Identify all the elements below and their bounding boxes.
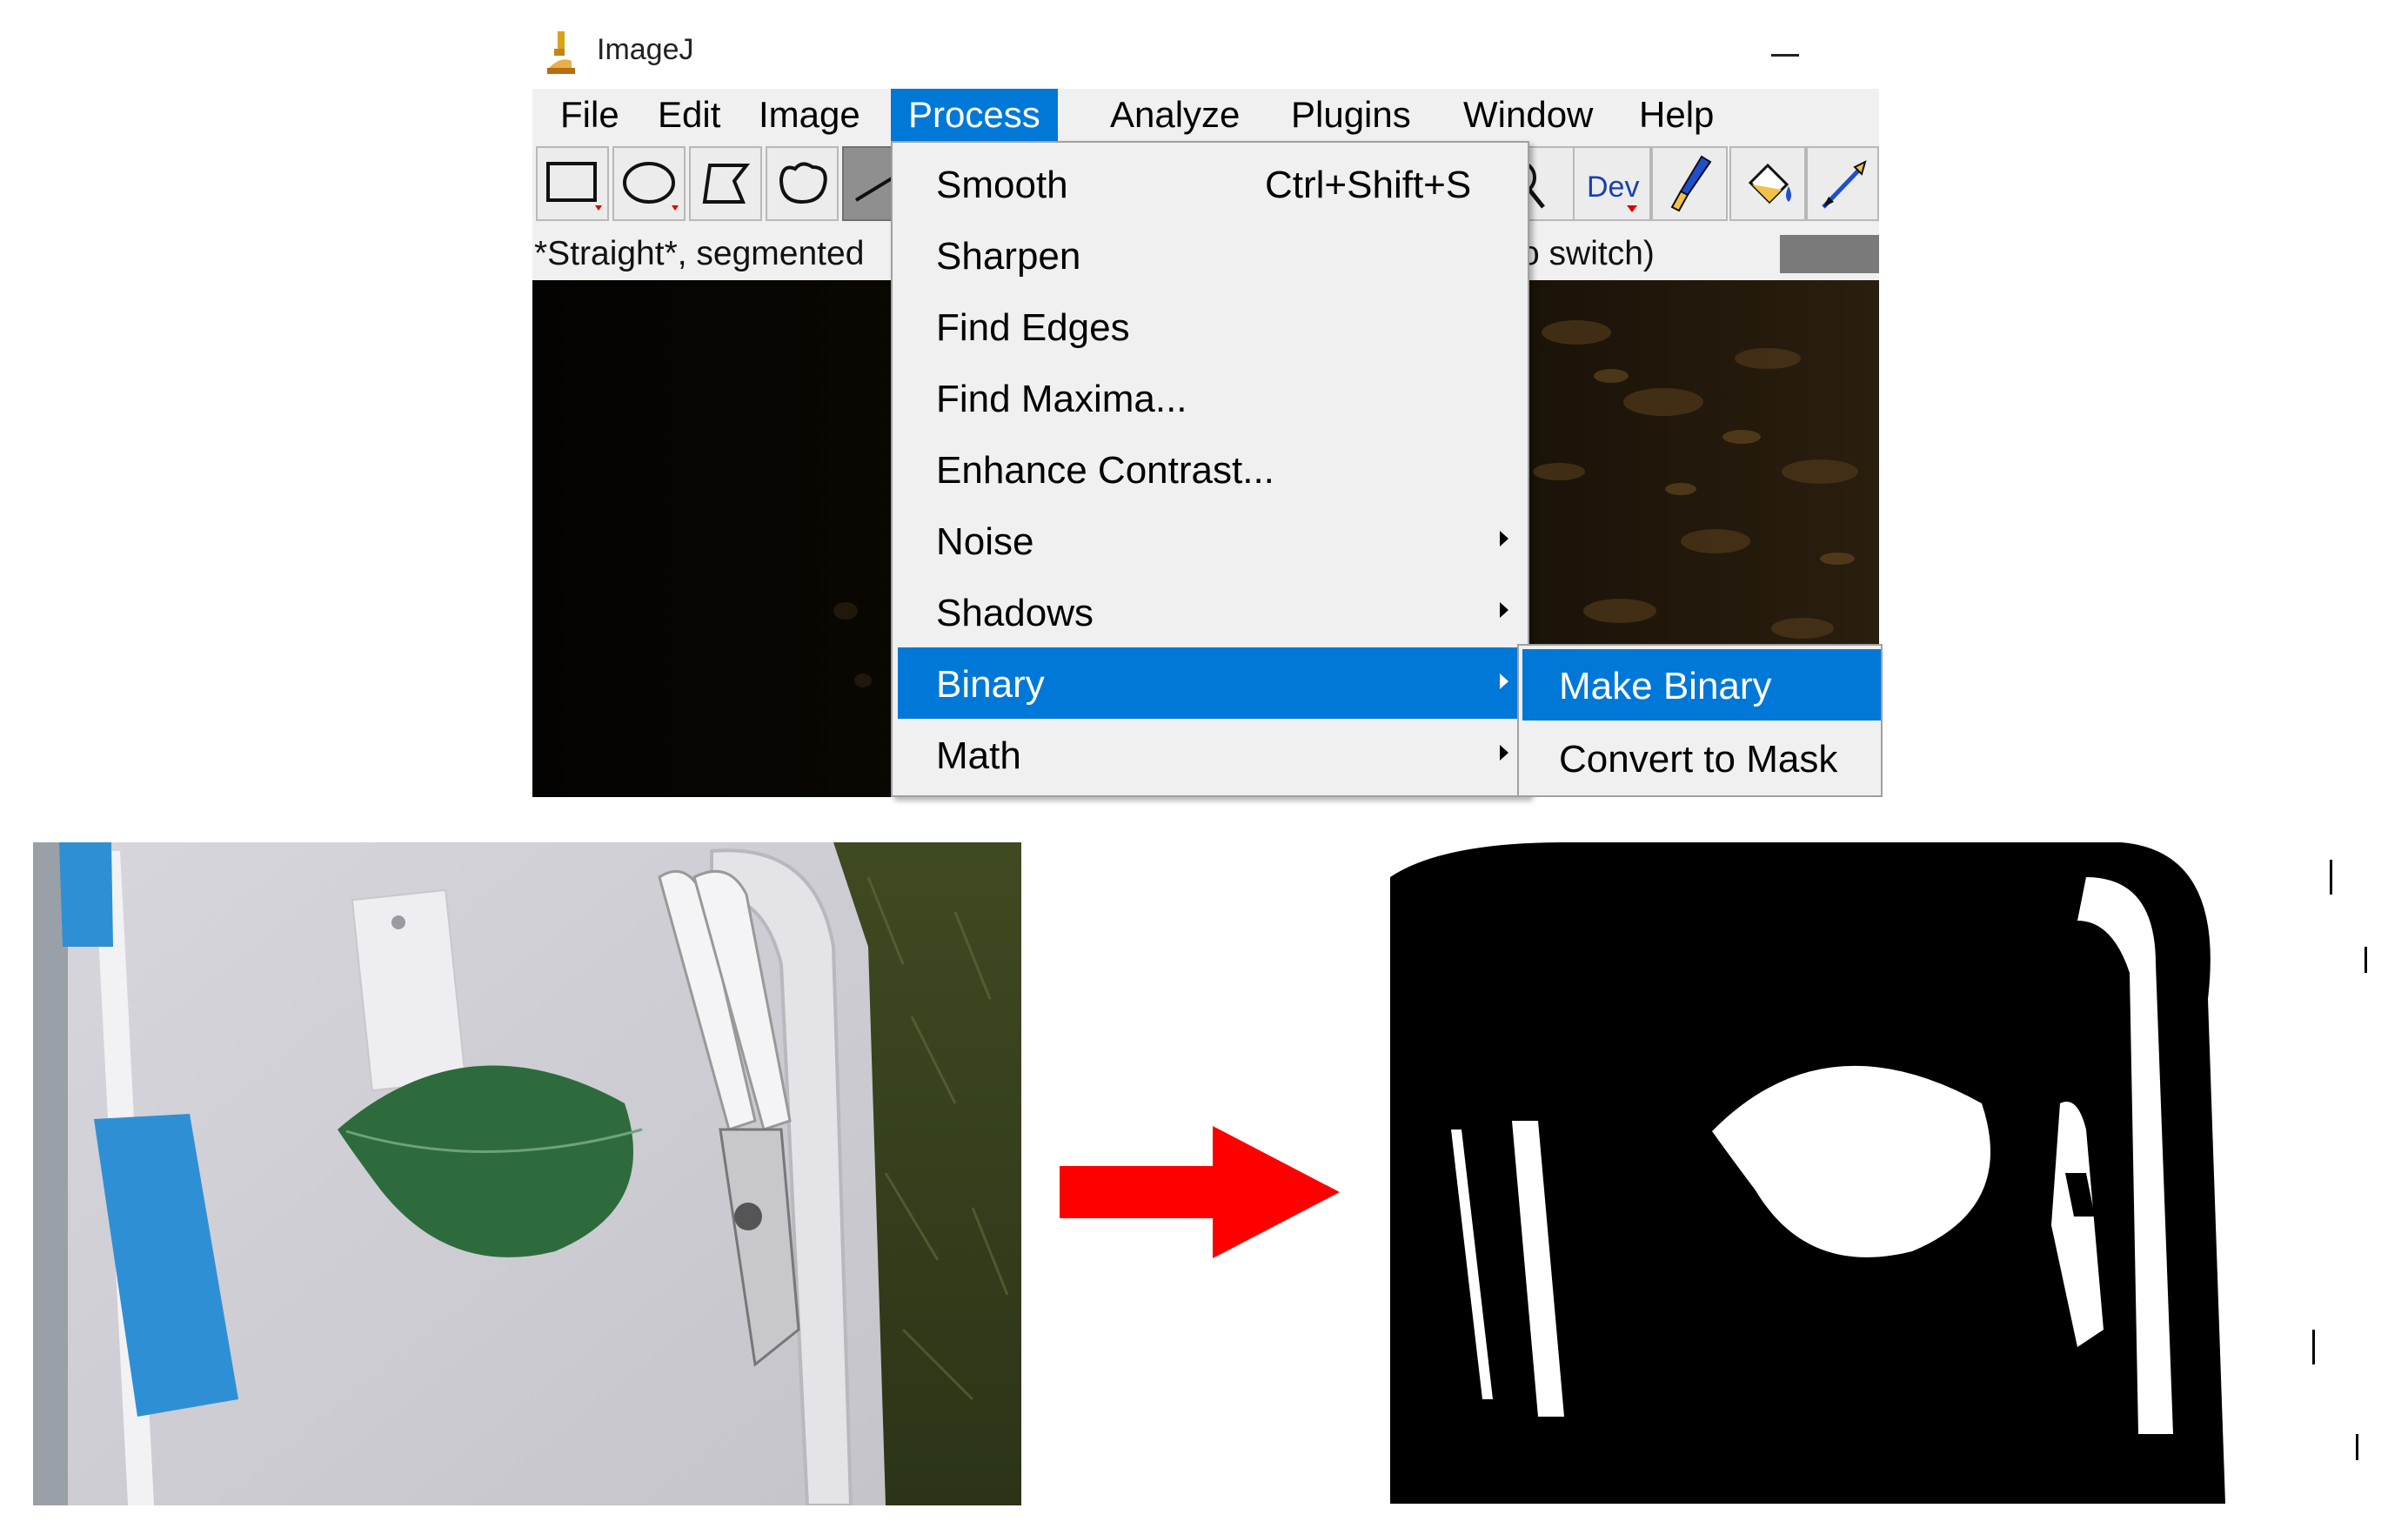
binary-submenu: Make Binary Convert to Mask [1517,644,1883,797]
binary-result-image [1390,842,2398,1514]
brush-icon [1670,155,1712,212]
original-photo [33,842,1021,1505]
svg-text:Dev: Dev [1587,171,1639,204]
transform-arrow [1056,1123,1343,1266]
menu-item-label: Make Binary [1559,665,1772,707]
menu-item-label: Binary [936,663,1045,706]
pencil-tool[interactable] [1806,146,1879,221]
pencil-icon [1822,160,1867,209]
submenu-arrow-icon [1500,602,1508,618]
submenu-arrow-icon [1500,674,1508,689]
flood-fill-tool[interactable] [1729,146,1806,221]
binary-mask-illustration [1390,842,2398,1514]
menu-item-label: Math [936,734,1021,777]
menu-item-shadows[interactable]: Shadows [898,576,1524,647]
rectangle-icon [546,162,602,211]
brush-tool[interactable] [1651,146,1728,221]
menu-item-label: Enhance Contrast... [936,449,1274,492]
process-menu: Smooth Ctrl+Shift+S Sharpen Find Edges F… [891,141,1529,797]
menu-item-find-maxima[interactable]: Find Maxima... [898,362,1524,433]
submenu-arrow-icon [1500,531,1508,546]
menu-item-make-binary[interactable]: Make Binary [1522,649,1881,721]
menu-help[interactable]: Help [1630,89,1722,141]
menu-plugins[interactable]: Plugins [1282,89,1420,141]
status-right-text: o switch) [1521,235,1655,272]
menu-file[interactable]: File [552,89,628,141]
polygon-tool[interactable] [689,146,762,221]
menu-window[interactable]: Window [1455,89,1602,141]
submenu-arrow-icon [1500,745,1508,761]
menu-item-noise[interactable]: Noise [898,505,1524,576]
menu-item-label: Smooth [936,164,1068,206]
title-bar: ImageJ [532,17,1879,89]
menu-item-label: Noise [936,520,1034,563]
developer-menu-tool[interactable]: Dev [1573,146,1651,221]
menu-item-binary[interactable]: Binary [898,647,1524,719]
window-title: ImageJ [597,33,694,66]
menu-item-math[interactable]: Math [898,719,1524,790]
menu-item-label: Find Edges [936,306,1130,349]
red-arrow-icon [1060,1126,1340,1258]
status-left-text: *Straight*, segmented [534,235,865,272]
menu-edit[interactable]: Edit [649,89,729,141]
menu-image[interactable]: Image [750,89,869,141]
menu-item-shortcut: Ctrl+Shift+S [1265,164,1472,206]
minimize-button[interactable] [1768,42,1804,68]
oval-icon [623,162,679,211]
microscope-icon [547,31,575,74]
oval-tool[interactable] [612,146,686,221]
menu-item-label: Convert to Mask [1559,738,1838,781]
menu-analyze[interactable]: Analyze [1101,89,1248,141]
progress-bar [1780,235,1879,273]
rectangle-tool[interactable] [536,146,609,221]
menu-item-label: Sharpen [936,235,1081,278]
menu-item-sharpen[interactable]: Sharpen [898,219,1524,291]
menu-item-label: Find Maxima... [936,378,1187,420]
menu-item-label: Shadows [936,592,1094,634]
freehand-icon [779,162,827,204]
freehand-tool[interactable] [766,146,839,221]
dev-icon: Dev [1587,171,1639,212]
menu-bar: File Edit Image Process Analyze Plugins … [532,89,1879,141]
polygon-icon [702,164,751,204]
menu-item-find-edges[interactable]: Find Edges [898,291,1524,362]
leaf-photo-illustration [33,842,1021,1505]
paint-bucket-icon [1748,163,1791,204]
menu-item-smooth[interactable]: Smooth Ctrl+Shift+S [898,148,1524,219]
menu-item-convert-to-mask[interactable]: Convert to Mask [1522,722,1881,794]
menu-item-enhance-contrast[interactable]: Enhance Contrast... [898,433,1524,505]
menu-process[interactable]: Process [891,89,1058,141]
